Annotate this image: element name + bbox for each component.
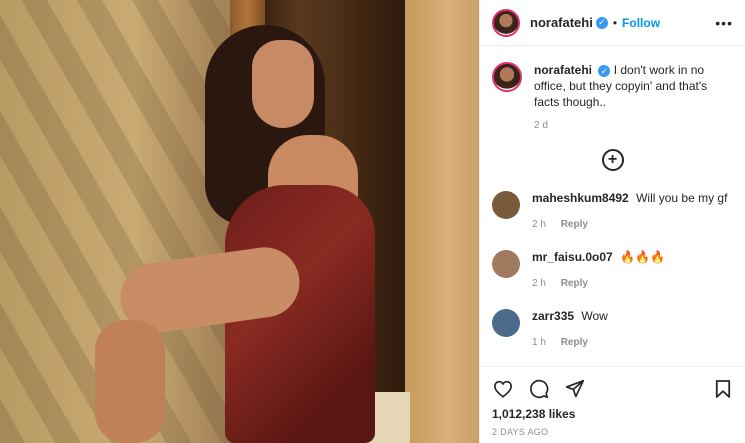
comment-icon[interactable] <box>528 378 550 400</box>
verified-icon: ✓ <box>598 64 611 77</box>
more-icon[interactable]: ••• <box>715 15 733 31</box>
comment-time: 2 h <box>532 278 546 289</box>
post-header: norafatehi ✓ • Follow ••• <box>480 0 745 46</box>
avatar[interactable] <box>492 8 520 37</box>
reply-button[interactable]: Reply <box>561 219 588 230</box>
list-item: zarr335 Wow 1 h Reply <box>480 309 745 348</box>
action-icons <box>480 367 745 401</box>
comment-time: 2 h <box>532 219 546 230</box>
caption-avatar[interactable] <box>492 62 522 92</box>
comment-time: 1 h <box>532 337 546 348</box>
post-caption: norafatehi ✓ I don't work in no office, … <box>480 46 745 110</box>
likes-count[interactable]: 1,012,238 likes <box>480 401 745 421</box>
comment-avatar[interactable] <box>492 191 520 219</box>
model-shin <box>95 320 165 443</box>
share-icon[interactable] <box>564 378 586 400</box>
comment-text: Will you be my gf <box>636 191 728 205</box>
separator-dot: • <box>612 15 618 30</box>
load-more-comments[interactable]: + <box>480 149 745 171</box>
post-actions: 1,012,238 likes 2 DAYS AGO <box>480 366 745 443</box>
caption-time: 2 d <box>534 120 548 131</box>
comment-username[interactable]: zarr335 <box>532 309 574 323</box>
follow-button[interactable]: Follow <box>622 16 660 30</box>
comment-username[interactable]: maheshkum8492 <box>532 191 629 205</box>
comment-text: 🔥🔥🔥 <box>620 250 665 264</box>
model-face <box>252 40 314 128</box>
comment-meta: 1 h Reply <box>532 337 608 348</box>
post-photo[interactable] <box>0 0 479 443</box>
comment-avatar[interactable] <box>492 309 520 337</box>
comment-meta: 2 h Reply <box>532 278 665 289</box>
instagram-post: norafatehi ✓ • Follow ••• norafatehi ✓ I… <box>0 0 745 443</box>
heart-icon[interactable] <box>492 378 514 400</box>
right-wall <box>405 0 479 443</box>
comment-meta: 2 h Reply <box>532 219 727 230</box>
caption-username[interactable]: norafatehi <box>534 63 592 77</box>
comment-username[interactable]: mr_faisu.0o07 <box>532 250 613 264</box>
list-item: maheshkum8492 Will you be my gf 2 h Repl… <box>480 191 745 230</box>
post-side-panel: norafatehi ✓ • Follow ••• norafatehi ✓ I… <box>479 0 745 443</box>
plus-circle-icon[interactable]: + <box>601 149 624 171</box>
comment-body: maheshkum8492 Will you be my gf 2 h Repl… <box>532 191 727 230</box>
reply-button[interactable]: Reply <box>561 337 588 348</box>
post-timestamp: 2 DAYS AGO <box>492 427 549 437</box>
comment-text: Wow <box>581 309 608 323</box>
verified-icon: ✓ <box>595 16 608 29</box>
comment-body: mr_faisu.0o07 🔥🔥🔥 2 h Reply <box>532 250 665 289</box>
bookmark-icon[interactable] <box>712 378 734 400</box>
comment-body: zarr335 Wow 1 h Reply <box>532 309 608 348</box>
reply-button[interactable]: Reply <box>561 278 588 289</box>
caption-text-block: norafatehi ✓ I don't work in no office, … <box>534 62 730 110</box>
comment-avatar[interactable] <box>492 250 520 278</box>
list-item: mr_faisu.0o07 🔥🔥🔥 2 h Reply <box>480 250 745 289</box>
comment-list: maheshkum8492 Will you be my gf 2 h Repl… <box>480 191 745 348</box>
header-username[interactable]: norafatehi <box>530 15 593 30</box>
